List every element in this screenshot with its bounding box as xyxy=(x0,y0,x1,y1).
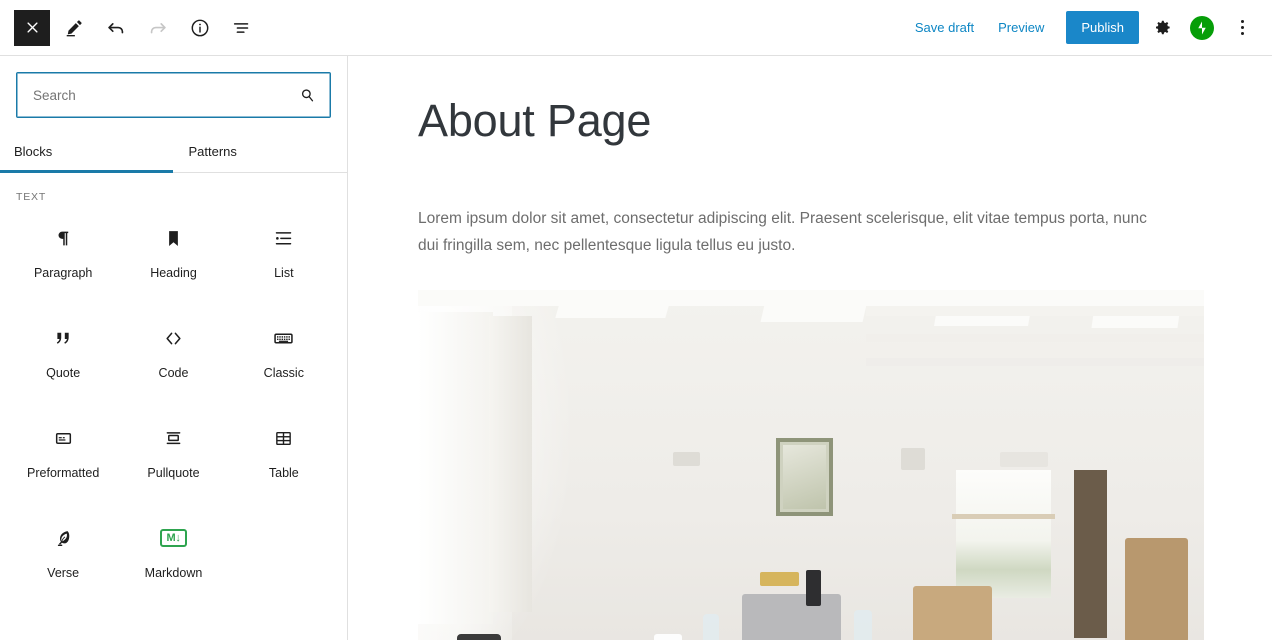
block-item-markdown[interactable]: M↓ Markdown xyxy=(118,509,228,609)
pullquote-icon xyxy=(163,423,184,453)
redo-tool-button[interactable] xyxy=(140,10,176,46)
block-label: Table xyxy=(268,466,299,480)
undo-tool-button[interactable] xyxy=(98,10,134,46)
search-input[interactable] xyxy=(17,73,330,117)
editor-header-toolbar: Close block inserter xyxy=(0,0,1272,56)
block-item-quote[interactable]: Quote xyxy=(8,309,118,409)
save-draft-button[interactable]: Save draft xyxy=(903,14,986,41)
search-submit-button[interactable] xyxy=(294,82,320,108)
post-title[interactable]: About Page xyxy=(418,94,1202,148)
block-item-heading[interactable]: Heading xyxy=(118,209,228,309)
block-list-scroll[interactable]: TEXT Paragraph Heading List Quote Code C… xyxy=(0,173,347,640)
jetpack-button[interactable] xyxy=(1185,11,1219,45)
block-label: Pullquote xyxy=(147,466,200,480)
block-item-code[interactable]: Code xyxy=(118,309,228,409)
block-item-paragraph[interactable]: Paragraph xyxy=(8,209,118,309)
more-options-button[interactable] xyxy=(1225,11,1259,45)
block-item-list[interactable]: List xyxy=(229,209,339,309)
block-item-pullquote[interactable]: Pullquote xyxy=(118,409,228,509)
block-item-classic[interactable]: Classic xyxy=(229,309,339,409)
code-icon xyxy=(162,323,185,353)
editor-body: Blocks Patterns TEXT Paragraph xyxy=(0,56,1272,640)
block-inserter-panel: Blocks Patterns TEXT Paragraph xyxy=(0,56,348,640)
list-icon xyxy=(273,223,294,253)
block-category-text: TEXT xyxy=(16,191,47,203)
tab-patterns[interactable]: Patterns xyxy=(173,132,348,172)
search-icon xyxy=(301,88,313,101)
jetpack-icon xyxy=(1190,15,1214,40)
jetpack-bolt-glyph xyxy=(1198,20,1206,35)
image-block[interactable] xyxy=(418,290,1204,640)
header-left-tools: Close block inserter xyxy=(14,9,260,46)
block-item-preformatted[interactable]: Preformatted xyxy=(8,409,118,509)
block-label: List xyxy=(274,266,294,280)
publish-button[interactable]: Publish xyxy=(1066,11,1139,44)
block-label: Paragraph xyxy=(33,266,93,280)
block-item-verse[interactable]: Verse xyxy=(8,509,118,609)
heading-icon xyxy=(163,223,184,253)
redo-icon xyxy=(150,22,166,33)
pencil-icon xyxy=(66,19,82,36)
editor-canvas[interactable]: About Page Lorem ipsum dolor sit amet, c… xyxy=(348,56,1272,640)
block-item-table[interactable]: Table xyxy=(229,409,339,509)
block-grid: Paragraph Heading List Quote Code Classi… xyxy=(0,209,347,609)
list-view-icon xyxy=(233,22,249,33)
search-field[interactable] xyxy=(16,72,331,118)
classic-icon xyxy=(272,323,295,353)
block-label: Verse xyxy=(47,566,80,580)
block-label: Preformatted xyxy=(27,466,100,480)
undo-icon xyxy=(108,22,124,33)
canvas-inner: About Page Lorem ipsum dolor sit amet, c… xyxy=(348,56,1272,640)
kebab-menu-icon xyxy=(1240,20,1244,35)
inserter-tabs: Blocks Patterns xyxy=(0,132,347,173)
preformatted-icon xyxy=(53,423,74,453)
verse-icon xyxy=(53,523,74,553)
close-inserter-button[interactable]: Close block inserter xyxy=(14,9,50,46)
markdown-icon: M↓ xyxy=(160,523,187,553)
edit-tool-button[interactable] xyxy=(56,10,92,46)
block-label: Classic xyxy=(263,366,304,380)
block-label: Quote xyxy=(46,366,81,380)
editor-app: Close block inserter xyxy=(0,0,1272,640)
table-icon xyxy=(273,423,294,453)
paragraph-icon xyxy=(53,223,74,253)
block-label: Heading xyxy=(150,266,197,280)
close-icon xyxy=(26,22,38,33)
block-label: Code xyxy=(158,366,189,380)
details-tool-button[interactable] xyxy=(182,10,218,46)
quote-icon xyxy=(53,323,74,353)
header-right-actions: Save draft Preview Publish xyxy=(903,11,1259,45)
tab-blocks[interactable]: Blocks xyxy=(0,132,173,173)
list-view-tool-button[interactable] xyxy=(224,10,260,46)
preview-button[interactable]: Preview xyxy=(986,14,1056,41)
paragraph-block[interactable]: Lorem ipsum dolor sit amet, consectetur … xyxy=(418,206,1163,259)
image-block-photo xyxy=(418,290,1204,640)
block-label: Markdown xyxy=(144,566,203,580)
info-icon xyxy=(191,19,209,36)
gear-icon xyxy=(1155,20,1170,35)
settings-button[interactable] xyxy=(1145,11,1179,45)
markdown-badge-text: M↓ xyxy=(160,528,187,548)
search-container xyxy=(0,56,347,118)
